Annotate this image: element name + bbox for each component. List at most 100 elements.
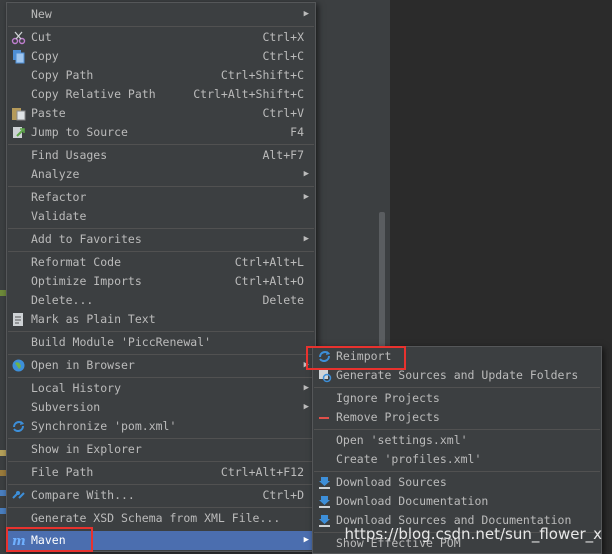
copy-icon [11, 49, 26, 64]
menu-item-label: Open 'settings.xml' [336, 433, 468, 447]
submenu-item-download-documentation[interactable]: Download Documentation [313, 492, 601, 511]
shortcut-text: Ctrl+X [262, 30, 304, 44]
context-menu: New ▶ Cut Ctrl+X Copy Ctrl+C Copy Path C… [6, 2, 316, 552]
menu-item-delete[interactable]: Delete... Delete [7, 291, 315, 310]
menu-item-generate-xsd[interactable]: Generate XSD Schema from XML File... [7, 509, 315, 528]
menu-item-label: Cut [31, 30, 52, 44]
watermark-text: https://blog.csdn.net/sun_flower_x [344, 525, 602, 543]
shortcut-text: Ctrl+D [262, 488, 304, 502]
menu-item-label: Add to Favorites [31, 232, 142, 246]
menu-separator [8, 438, 314, 439]
download-icon [317, 475, 332, 490]
shortcut-text: Ctrl+C [262, 49, 304, 63]
submenu-arrow-icon: ▶ [303, 9, 309, 19]
menu-separator [8, 186, 314, 187]
menu-item-build-module[interactable]: Build Module 'PiccRenewal' [7, 333, 315, 352]
menu-item-synchronize[interactable]: Synchronize 'pom.xml' [7, 417, 315, 436]
menu-item-label: Copy Relative Path [31, 87, 156, 101]
paste-icon [11, 106, 26, 121]
menu-separator [8, 228, 314, 229]
menu-separator [314, 471, 600, 472]
menu-item-reformat-code[interactable]: Reformat Code Ctrl+Alt+L [7, 253, 315, 272]
menu-separator [314, 429, 600, 430]
menu-separator [8, 354, 314, 355]
menu-item-copy-path[interactable]: Copy Path Ctrl+Shift+C [7, 66, 315, 85]
menu-item-paste[interactable]: Paste Ctrl+V [7, 104, 315, 123]
menu-item-label: Remove Projects [336, 410, 440, 424]
menu-separator [8, 331, 314, 332]
menu-separator [8, 251, 314, 252]
menu-item-label: Analyze [31, 167, 80, 181]
jump-to-source-icon [11, 125, 26, 140]
menu-item-analyze[interactable]: Analyze ▶ [7, 165, 315, 184]
menu-item-copy-relative-path[interactable]: Copy Relative Path Ctrl+Alt+Shift+C [7, 85, 315, 104]
menu-item-optimize-imports[interactable]: Optimize Imports Ctrl+Alt+O [7, 272, 315, 291]
menu-item-label: Local History [31, 381, 122, 395]
menu-item-label: Generate XSD Schema from XML File... [31, 511, 281, 525]
menu-item-validate[interactable]: Validate [7, 207, 315, 226]
generate-sources-icon [317, 368, 332, 383]
menu-item-label: Create 'profiles.xml' [336, 452, 482, 466]
menu-item-label: Jump to Source [31, 125, 128, 139]
shortcut-text: Ctrl+Alt+O [234, 274, 304, 288]
menu-item-label: Copy Path [31, 68, 94, 82]
menu-item-subversion[interactable]: Subversion ▶ [7, 398, 315, 417]
menu-item-label: Refactor [31, 190, 87, 204]
download-icon [317, 494, 332, 509]
menu-item-jump-to-source[interactable]: Jump to Source F4 [7, 123, 315, 142]
shortcut-text: Ctrl+Alt+L [234, 255, 304, 269]
shortcut-text: Ctrl+Shift+C [220, 68, 304, 82]
menu-item-label: Validate [31, 209, 87, 223]
reimport-highlight-box [306, 346, 406, 370]
menu-item-open-in-browser[interactable]: Open in Browser ▶ [7, 356, 315, 375]
scissors-icon [11, 30, 26, 45]
menu-item-label: Copy [31, 49, 59, 63]
menu-item-copy[interactable]: Copy Ctrl+C [7, 47, 315, 66]
menu-item-label: Compare With... [31, 488, 135, 502]
submenu-arrow-icon: ▶ [303, 169, 309, 179]
menu-item-find-usages[interactable]: Find Usages Alt+F7 [7, 146, 315, 165]
globe-icon [11, 358, 26, 373]
submenu-arrow-icon: ▶ [303, 535, 309, 545]
maven-submenu: Reimport Generate Sources and Update Fol… [312, 346, 602, 554]
compare-icon [11, 488, 26, 503]
menu-item-show-in-explorer[interactable]: Show in Explorer [7, 440, 315, 459]
submenu-item-open-settings[interactable]: Open 'settings.xml' [313, 431, 601, 450]
submenu-item-ignore-projects[interactable]: Ignore Projects [313, 389, 601, 408]
shortcut-text: Alt+F7 [262, 148, 304, 162]
menu-separator [8, 507, 314, 508]
shortcut-text: Ctrl+Alt+F12 [220, 465, 304, 479]
sync-icon [11, 419, 26, 434]
menu-item-file-path[interactable]: File Path Ctrl+Alt+F12 [7, 463, 315, 482]
menu-separator [314, 387, 600, 388]
shortcut-text: F4 [290, 125, 304, 139]
submenu-arrow-icon: ▶ [303, 383, 309, 393]
menu-separator [8, 484, 314, 485]
menu-item-compare-with[interactable]: Compare With... Ctrl+D [7, 486, 315, 505]
menu-item-local-history[interactable]: Local History ▶ [7, 379, 315, 398]
menu-item-mark-plain-text[interactable]: Mark as Plain Text [7, 310, 315, 329]
menu-item-label: Find Usages [31, 148, 108, 162]
menu-item-label: Show in Explorer [31, 442, 142, 456]
menu-item-label: Paste [31, 106, 66, 120]
menu-item-label: New [31, 7, 52, 21]
menu-item-label: Synchronize 'pom.xml' [31, 419, 177, 433]
submenu-item-remove-projects[interactable]: Remove Projects [313, 408, 601, 427]
menu-item-new[interactable]: New ▶ [7, 5, 315, 24]
menu-item-label: Delete... [31, 293, 94, 307]
maven-highlight-box [6, 527, 93, 552]
menu-item-add-to-favorites[interactable]: Add to Favorites ▶ [7, 230, 315, 249]
menu-item-label: Download Sources [336, 475, 447, 489]
menu-item-label: Open in Browser [31, 358, 135, 372]
menu-item-label: Mark as Plain Text [31, 312, 156, 326]
submenu-item-create-profiles[interactable]: Create 'profiles.xml' [313, 450, 601, 469]
shortcut-text: Ctrl+V [262, 106, 304, 120]
menu-item-cut[interactable]: Cut Ctrl+X [7, 28, 315, 47]
submenu-item-download-sources[interactable]: Download Sources [313, 473, 601, 492]
plain-text-icon [11, 312, 26, 327]
menu-item-label: Subversion [31, 400, 101, 414]
submenu-arrow-icon: ▶ [303, 402, 309, 412]
menu-separator [8, 461, 314, 462]
menu-item-refactor[interactable]: Refactor ▶ [7, 188, 315, 207]
download-icon [317, 513, 332, 528]
